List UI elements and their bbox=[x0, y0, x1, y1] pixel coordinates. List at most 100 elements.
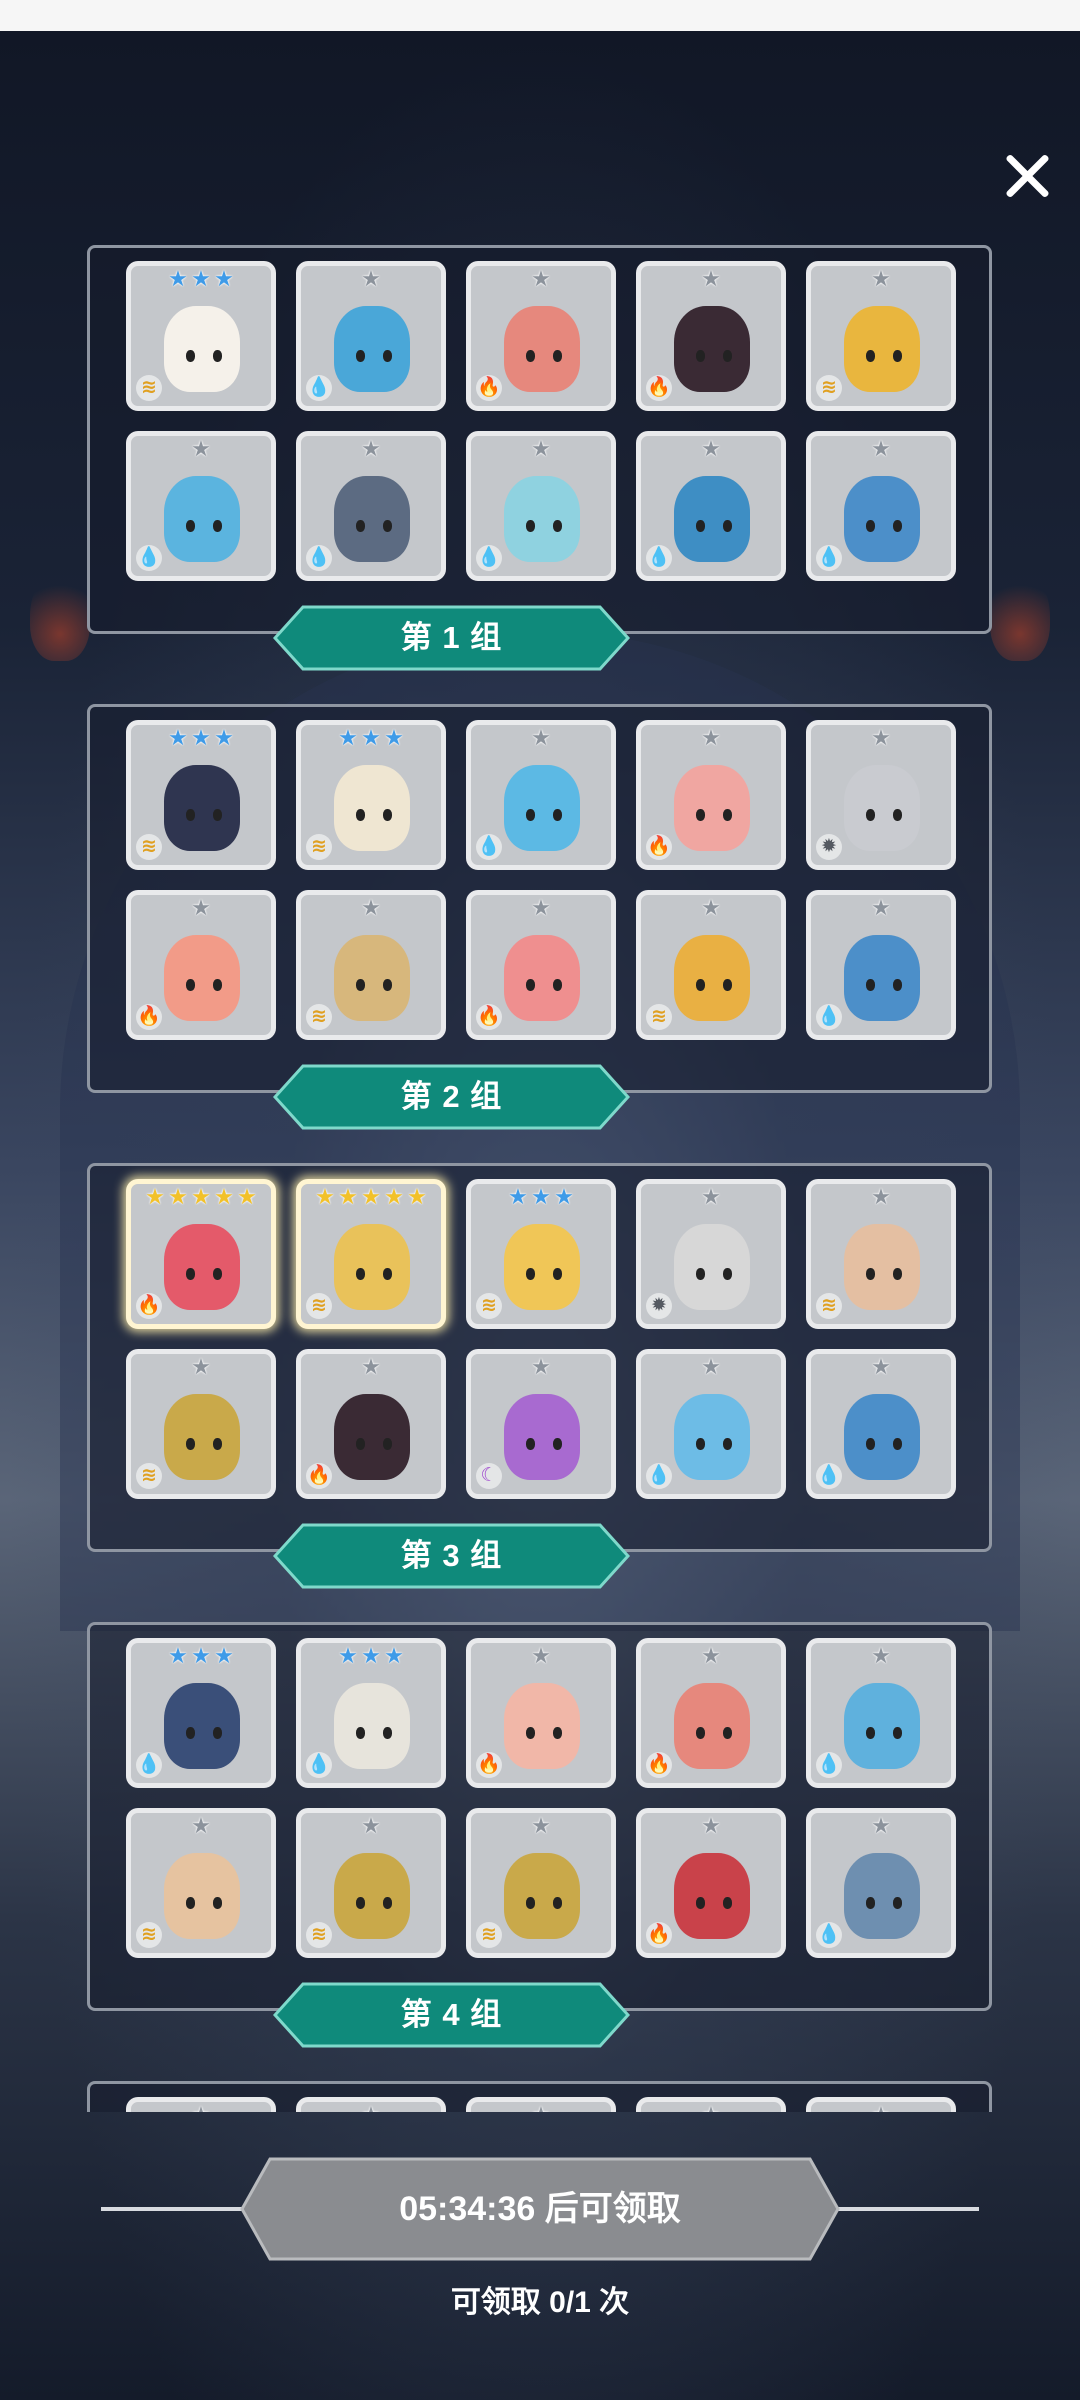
hero-card[interactable]: ★ 💧 bbox=[296, 261, 446, 411]
hero-card[interactable]: ★ ★ ★ 💧 bbox=[126, 1638, 276, 1788]
star-icon: ★ bbox=[531, 1813, 551, 1838]
hero-eye bbox=[866, 1438, 875, 1450]
star-rating: ★ bbox=[811, 1815, 951, 1837]
fire-element-icon: 🔥 bbox=[646, 1922, 672, 1948]
star-icon: ★ bbox=[871, 1643, 891, 1668]
hero-portrait bbox=[164, 1394, 240, 1480]
hero-card[interactable]: ★ ☾ bbox=[466, 1349, 616, 1499]
wind-element-icon: ≋ bbox=[476, 1293, 502, 1319]
hero-portrait bbox=[674, 306, 750, 392]
star-icon: ★ bbox=[191, 1813, 211, 1838]
hero-card[interactable]: ★ 💧 bbox=[126, 431, 276, 581]
water-element-icon: 💧 bbox=[646, 545, 672, 571]
hero-card[interactable]: ★ 💧 bbox=[806, 431, 956, 581]
star-icon: ★ bbox=[360, 2104, 382, 2113]
hero-card[interactable]: ★ ★ ★ 💧 bbox=[296, 1638, 446, 1788]
hero-card[interactable]: ★ ≋ bbox=[296, 1808, 446, 1958]
hero-card[interactable]: ★ 🔥 bbox=[466, 261, 616, 411]
hero-card[interactable]: ★ bbox=[126, 2097, 276, 2112]
star-rating: ★ ★ ★ bbox=[471, 1186, 611, 1208]
hero-card[interactable]: ★ 💧 bbox=[466, 720, 616, 870]
hero-eye bbox=[893, 1438, 902, 1450]
hero-card[interactable]: ★ ≋ bbox=[806, 261, 956, 411]
hero-eye bbox=[893, 1897, 902, 1909]
star-icon: ★ bbox=[508, 1184, 528, 1209]
star-icon: ★ bbox=[384, 1184, 404, 1209]
hero-eye bbox=[356, 1897, 365, 1909]
star-icon: ★ bbox=[700, 2104, 722, 2113]
group-list[interactable]: ★ ★ ★ ≋ ★ 💧 ★ 🔥 ★ 🔥 ★ ≋ ★ 💧 ★ 💧 ★ 💧 ★ 💧 ★ 💧 第 1 组 ★ ★ ★ ≋ ★ ★ ★ ≋ ★ 💧 ★ 🔥 ★… bbox=[0, 230, 1080, 2112]
hero-card[interactable]: ★ 🔥 bbox=[466, 1638, 616, 1788]
star-rating: ★ ★ ★ bbox=[301, 727, 441, 749]
hero-card[interactable]: ★ 🔥 bbox=[296, 1349, 446, 1499]
hero-eye bbox=[553, 979, 562, 991]
hero-card[interactable]: ★ 💧 bbox=[806, 1638, 956, 1788]
star-rating: ★ bbox=[471, 1356, 611, 1378]
hero-card[interactable]: ★ 💧 bbox=[636, 431, 786, 581]
hero-card[interactable]: ★ ★ ★ ★ ★ ≋ bbox=[296, 1179, 446, 1329]
hero-card[interactable]: ★ ≋ bbox=[296, 890, 446, 1040]
star-icon: ★ bbox=[361, 436, 381, 461]
hero-card[interactable]: ★ 💧 bbox=[636, 1349, 786, 1499]
star-icon: ★ bbox=[338, 1643, 358, 1668]
close-button[interactable] bbox=[998, 146, 1058, 206]
hero-eye bbox=[526, 1727, 535, 1739]
hero-grid: ★ ★ ★ ≋ ★ 💧 ★ 🔥 ★ 🔥 ★ ≋ ★ 💧 ★ 💧 ★ 💧 ★ 💧 ★ 💧 bbox=[126, 261, 956, 581]
hero-card[interactable]: ★ ≋ bbox=[466, 1808, 616, 1958]
hero-card[interactable]: ★ 💧 bbox=[466, 431, 616, 581]
hero-card[interactable]: ★ 🔥 bbox=[466, 890, 616, 1040]
hero-card[interactable]: ★ ≋ bbox=[126, 1808, 276, 1958]
star-icon: ★ bbox=[701, 1354, 721, 1379]
hero-card[interactable]: ★ bbox=[296, 2097, 446, 2112]
hero-portrait bbox=[334, 476, 410, 562]
star-rating: ★ bbox=[811, 1645, 951, 1667]
hero-card[interactable]: ★ ★ ★ ≋ bbox=[296, 720, 446, 870]
hero-card[interactable]: ★ bbox=[466, 2097, 616, 2112]
hero-eye bbox=[723, 809, 732, 821]
hero-card[interactable]: ★ 🔥 bbox=[636, 720, 786, 870]
hero-card[interactable]: ★ ★ ★ ≋ bbox=[466, 1179, 616, 1329]
star-rating: ★ bbox=[641, 2104, 781, 2113]
hero-group: ★ ★ ★ ★ ★ 🔥 ★ ★ ★ ★ ★ ≋ ★ ★ ★ ≋ ★ ✹ ★ ≋ ★ ≋ ★ 🔥 ★ ☾ ★ 💧 ★ 💧 bbox=[87, 1163, 992, 1552]
hero-eye bbox=[383, 520, 392, 532]
hero-card[interactable]: ★ bbox=[806, 2097, 956, 2112]
hero-card[interactable]: ★ 🔥 bbox=[636, 1638, 786, 1788]
hero-portrait bbox=[164, 1853, 240, 1939]
star-icon: ★ bbox=[701, 1184, 721, 1209]
hero-card[interactable]: ★ ≋ bbox=[636, 890, 786, 1040]
hero-card[interactable]: ★ ≋ bbox=[126, 1349, 276, 1499]
hero-portrait bbox=[334, 1394, 410, 1480]
hero-card[interactable]: ★ 🔥 bbox=[636, 1808, 786, 1958]
hero-card[interactable]: ★ ✹ bbox=[806, 720, 956, 870]
star-icon: ★ bbox=[191, 1643, 211, 1668]
hero-card[interactable]: ★ 💧 bbox=[806, 1808, 956, 1958]
claim-button[interactable]: 05:34:36 后可领取 bbox=[240, 2157, 840, 2261]
star-rating: ★ bbox=[131, 2104, 271, 2113]
hero-eye bbox=[213, 1727, 222, 1739]
group-label-text: 第 1 组 bbox=[400, 620, 503, 655]
hero-card[interactable]: ★ ≋ bbox=[806, 1179, 956, 1329]
hero-grid: ★ ★ ★ ≋ ★ ★ ★ ≋ ★ 💧 ★ 🔥 ★ ✹ ★ 🔥 ★ ≋ ★ 🔥 ★ ≋ ★ 💧 bbox=[126, 720, 956, 1040]
hero-portrait bbox=[844, 1394, 920, 1480]
hero-card[interactable]: ★ 💧 bbox=[806, 1349, 956, 1499]
hero-card[interactable]: ★ ★ ★ ≋ bbox=[126, 261, 276, 411]
star-rating: ★ bbox=[811, 268, 951, 290]
star-rating: ★ bbox=[301, 897, 441, 919]
water-element-icon: 💧 bbox=[476, 545, 502, 571]
hero-eye bbox=[356, 979, 365, 991]
hero-card[interactable]: ★ bbox=[636, 2097, 786, 2112]
hero-card[interactable]: ★ ✹ bbox=[636, 1179, 786, 1329]
star-icon: ★ bbox=[168, 725, 188, 750]
hero-eye bbox=[893, 520, 902, 532]
hero-card[interactable]: ★ 💧 bbox=[806, 890, 956, 1040]
water-element-icon: 💧 bbox=[816, 1922, 842, 1948]
hero-card[interactable]: ★ 🔥 bbox=[636, 261, 786, 411]
group-label: 第 3 组 bbox=[273, 1523, 630, 1589]
star-rating: ★ bbox=[471, 1815, 611, 1837]
hero-card[interactable]: ★ ★ ★ ≋ bbox=[126, 720, 276, 870]
hero-portrait bbox=[164, 1224, 240, 1310]
hero-card[interactable]: ★ 🔥 bbox=[126, 890, 276, 1040]
star-icon: ★ bbox=[191, 725, 211, 750]
hero-card[interactable]: ★ 💧 bbox=[296, 431, 446, 581]
hero-card[interactable]: ★ ★ ★ ★ ★ 🔥 bbox=[126, 1179, 276, 1329]
